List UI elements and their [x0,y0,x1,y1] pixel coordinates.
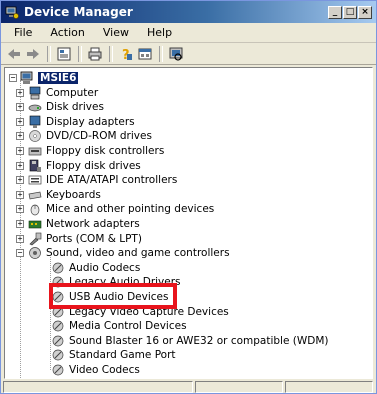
expand-toggle[interactable]: + [16,161,24,170]
expand-toggle[interactable]: + [16,205,24,214]
expand-toggle[interactable]: + [16,234,24,243]
toolbar-separator [47,45,51,62]
status-cell [195,381,283,393]
system-device-icon [28,378,42,379]
close-button[interactable]: × [358,5,372,19]
floppy-drive-icon [28,159,42,173]
help-icon[interactable]: ? [117,45,135,63]
window-title: Device Manager [24,5,133,19]
tree-item-disk-drives[interactable]: + Disk drives [16,99,104,115]
expand-toggle[interactable]: + [16,147,24,155]
status-cell [3,381,193,393]
computer-icon [20,71,34,85]
view-icon[interactable] [136,45,154,63]
toolbar-separator [159,45,163,62]
tree-item-floppy-drives[interactable]: + Floppy disk drives [16,158,141,174]
expand-toggle[interactable]: + [16,190,24,199]
tree-item-mice[interactable]: + Mice and other pointing devices [16,201,214,217]
network-adapter-icon [28,217,42,231]
menu-help[interactable]: Help [138,26,181,39]
tree-item-label: Floppy disk drives [46,159,141,172]
tree-item-label: Ports (COM & LPT) [46,232,142,245]
menu-view[interactable]: View [94,26,138,39]
tree-item-computer[interactable]: + Computer [16,85,98,101]
device-manager-window: Device Manager _ □ × File Action View He… [0,0,377,394]
menu-action[interactable]: Action [41,26,93,39]
port-icon [28,232,42,246]
title-bar[interactable]: Device Manager _ □ × [1,1,376,23]
tree-item-floppy-controllers[interactable]: + Floppy disk controllers [16,143,164,159]
tree-item-label: Keyboards [46,188,101,201]
expand-toggle[interactable]: + [16,88,24,97]
tree-item-ports[interactable]: + Ports (COM & LPT) [16,231,142,247]
computer-icon [28,86,42,100]
tree-child-sound-blaster[interactable]: Sound Blaster 16 or AWE32 or compatible … [51,333,329,349]
sound-device-icon [51,334,65,348]
tree-item-label: Disk drives [46,101,104,114]
mouse-icon [28,202,42,216]
tree-child-audio-codecs[interactable]: Audio Codecs [51,260,140,276]
tree-item-ide-controllers[interactable]: + IDE ATA/ATAPI controllers [16,172,177,188]
sound-device-icon [51,363,65,377]
tree-child-media-control[interactable]: Media Control Devices [51,318,187,334]
tree-item-keyboards[interactable]: + Keyboards [16,187,101,203]
tree-item-label: IDE ATA/ATAPI controllers [46,174,178,187]
menu-bar: File Action View Help [1,23,376,43]
tree-item-sound-video[interactable]: − Sound, video and game controllers [16,245,230,261]
forward-icon[interactable] [24,45,42,63]
expand-toggle[interactable]: + [16,220,24,228]
toolbar-separator [109,45,113,62]
usb-audio-highlight-box [49,283,177,309]
sound-icon [28,246,42,260]
tree-item-label: Media Control Devices [69,320,187,333]
sound-device-icon [51,261,65,275]
tree-root-label: MSIE6 [38,72,79,84]
collapse-toggle[interactable]: − [16,249,24,258]
back-icon[interactable] [5,45,23,63]
tree-child-video-codecs[interactable]: Video Codecs [51,362,140,378]
tree-item-label: Audio Codecs [69,261,141,274]
properties-icon[interactable] [55,45,73,63]
device-tree[interactable]: − MSIE6 + Computer + Disk drives + Displ… [4,67,373,379]
tree-item-label: Display adapters [46,115,135,128]
tree-item-label: Sound Blaster 16 or AWE32 or compatible … [69,334,329,347]
ide-controller-icon [28,173,42,187]
menu-file[interactable]: File [5,26,41,39]
tree-item-label: Mice and other pointing devices [46,203,215,216]
tree-item-label: DVD/CD-ROM drives [46,130,152,143]
expand-toggle[interactable]: + [16,132,24,141]
disk-drive-icon [28,100,42,114]
floppy-controller-icon [28,144,42,158]
tree-item-label: Computer [46,86,99,99]
sound-device-icon [51,348,65,362]
tree-item-system-devices[interactable]: +System devices [16,377,128,379]
sound-device-icon [51,319,65,333]
device-manager-icon [5,5,19,19]
minimize-button[interactable]: _ [328,5,342,19]
status-cell [285,381,373,393]
tree-item-dvd-cdrom[interactable]: + DVD/CD-ROM drives [16,128,152,144]
collapse-toggle[interactable]: − [9,74,17,82]
tree-item-label: Video Codecs [69,364,140,376]
maximize-button[interactable]: □ [343,5,357,19]
tree-item-label: Floppy disk controllers [46,145,165,157]
tree-item-network-adapters[interactable]: + Network adapters [16,216,140,232]
display-adapter-icon [28,115,42,129]
tree-root[interactable]: − MSIE6 [9,70,79,86]
cdrom-icon [28,129,42,143]
toolbar: ? [1,43,376,65]
expand-toggle[interactable]: + [16,103,24,112]
print-icon[interactable] [86,45,104,63]
toolbar-separator [78,45,82,62]
tree-item-label: Network adapters [46,218,140,230]
tree-item-display-adapters[interactable]: + Display adapters [16,114,135,130]
expand-toggle[interactable]: + [16,176,24,185]
scan-hardware-icon[interactable] [167,45,185,63]
keyboard-icon [28,188,42,202]
tree-item-label: Standard Game Port [69,349,176,362]
expand-toggle[interactable]: + [16,117,24,126]
tree-item-label: Sound, video and game controllers [46,247,230,260]
tree-child-standard-game-port[interactable]: Standard Game Port [51,347,176,363]
status-bar [1,381,376,393]
